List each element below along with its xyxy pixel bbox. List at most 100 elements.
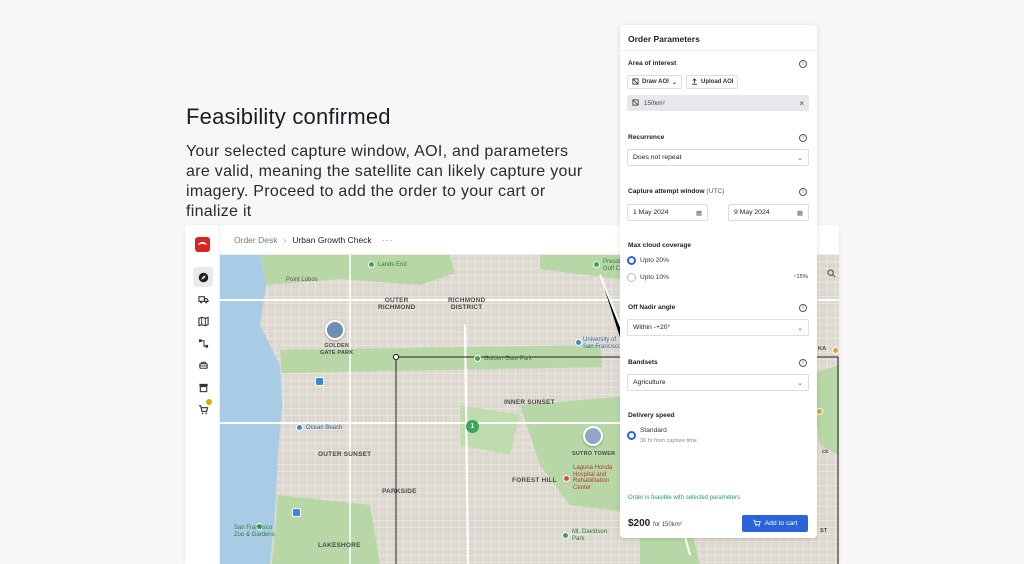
brand-logo[interactable] [195,237,210,252]
polygon-icon [632,98,639,108]
park-icon [474,355,481,362]
map-edge-label: ck [822,449,829,455]
calendar-icon: ▦ [695,209,702,217]
poi-label: Mt. Davidson Park [572,529,608,542]
order-parameters-panel: Order Parameters Area of interest i Draw… [620,25,817,538]
upload-aoi-button[interactable]: Upload AOI [686,75,739,89]
end-date-value: 9 May 2024 [734,209,770,216]
upload-aoi-label: Upload AOI [701,79,734,85]
truck-icon[interactable] [193,289,213,309]
compass-icon[interactable] [193,267,213,287]
map-label: FOREST HILL [512,477,557,484]
map-icon[interactable] [193,311,213,331]
price-unit: for 150km² [653,522,682,528]
draw-aoi-label: Draw AOI [642,79,669,85]
poi-label: Point Lobos [286,277,318,283]
image-pin-icon[interactable] [325,320,345,340]
workflow-icon[interactable] [193,333,213,353]
beach-icon [296,424,303,431]
upload-icon [691,77,698,87]
left-rail [185,225,220,564]
map-label: GOLDEN GATE PARK [320,343,354,356]
poi-label: Ocean Beach [306,425,343,431]
off-nadir-label: Off Nadir angle [628,304,676,311]
poi-label: Golden Gate Park [484,356,533,362]
add-to-cart-label: Add to cart [764,520,798,527]
attraction-icon [816,408,823,415]
off-nadir-value: Within -+20° [633,324,671,331]
chevron-right-icon: › [283,234,287,245]
poi-label: San Francisco Zoo & Gardens [234,525,275,538]
info-icon[interactable]: i [799,60,807,68]
cloud-hint: ↑15% [793,274,808,280]
start-date-field[interactable]: 1 May 2024 ▦ [627,204,708,221]
more-icon[interactable]: ··· [382,235,394,245]
breadcrumb-current: Urban Growth Check [292,234,372,245]
feasibility-status: Order is feasible with selected paramete… [628,495,741,501]
info-icon[interactable]: i [799,359,807,367]
satellite-icon[interactable] [193,355,213,375]
cloud-10-label: Upto 10% [640,274,669,281]
bandsets-select[interactable]: Agriculture ⌄ [627,374,809,391]
aoi-area-value: 150km² [644,99,665,107]
recurrence-value: Does not repeat [633,154,682,161]
park-icon [562,532,569,539]
price-value: $200 [628,518,651,529]
map-label: SUTRO TOWER [572,451,616,457]
cloud-10-radio[interactable] [627,273,636,282]
cloud-20-radio[interactable] [627,256,636,265]
breadcrumb-root[interactable]: Order Desk [234,235,277,245]
store-icon[interactable] [193,377,213,397]
price: $200 for 150km² [628,518,682,529]
off-nadir-select[interactable]: Within -+20° ⌄ [627,319,809,336]
end-date-field[interactable]: 9 May 2024 ▦ [728,204,809,221]
poi-label: Laguna Honda Hospital and Rehabilitation Ce… [573,465,613,491]
chevron-down-icon: ⌄ [797,379,803,387]
recurrence-label: Recurrence [628,134,665,141]
hero-body: Your selected capture window, AOI, and p… [186,143,583,220]
bandsets-label: Bandsets [628,359,658,366]
delivery-standard-radio[interactable] [627,431,636,440]
cart-icon[interactable] [193,399,213,419]
info-icon[interactable]: i [799,134,807,142]
map-label: INNER SUNSET [504,399,555,406]
recurrence-select[interactable]: Does not repeat ⌄ [627,149,809,166]
info-icon[interactable]: i [799,304,807,312]
calendar-icon: ▦ [796,209,803,217]
poi-label: Lands End [378,262,407,268]
polygon-icon [632,77,639,87]
panel-title: Order Parameters [620,25,817,51]
map-label: PARKSIDE [382,488,417,495]
poi-label: University of San Francisco [583,337,622,350]
map-label: LAKESHORE [318,542,361,549]
park-icon [593,261,600,268]
chevron-down-icon: ⌄ [797,154,803,162]
map-label: RICHMOND DISTRICT [448,297,486,311]
capture-window-label: Capture attempt window (UTC) [628,188,724,195]
map-edge-label: ST [820,528,828,534]
draw-aoi-button[interactable]: Draw AOI ⌄ [627,75,682,89]
delivery-standard-sub: 36 hr from capture time [640,438,697,444]
chevron-down-icon: ⌄ [797,324,803,332]
delivery-standard-label: Standard [640,427,667,434]
close-icon[interactable]: × [799,99,804,108]
info-icon[interactable]: i [799,188,807,196]
school-icon [575,339,582,346]
capture-window-label-text: Capture attempt window [628,188,705,195]
map-edge-label: KA [818,346,827,352]
cart-badge [206,399,212,405]
delivery-speed-label: Delivery speed [628,412,675,419]
aoi-label: Area of interest [628,60,677,67]
attraction-icon [832,347,839,354]
start-date-value: 1 May 2024 [633,209,669,216]
cloud-coverage-label: Max cloud coverage [628,242,692,249]
hero-section: Feasibility confirmed Your selected capt… [186,104,586,222]
hero-title: Feasibility confirmed [186,104,391,129]
cloud-20-label: Upto 20% [640,257,669,264]
map-label: OUTER RICHMOND [378,297,416,311]
hospital-icon [563,475,570,482]
add-to-cart-button[interactable]: Add to cart [742,515,808,532]
chevron-down-icon: ⌄ [671,79,677,86]
image-pin-icon[interactable] [583,426,603,446]
aoi-marker[interactable]: 1 [466,420,479,433]
